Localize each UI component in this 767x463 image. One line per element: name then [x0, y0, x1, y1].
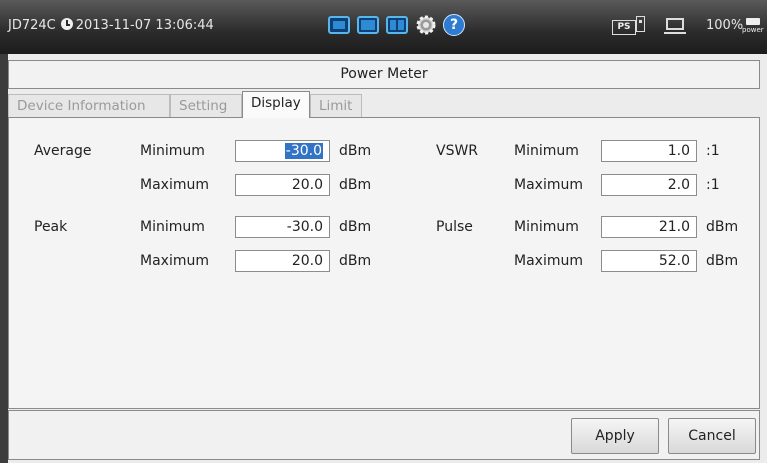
- vswr-max-label: Maximum: [514, 177, 583, 193]
- tab-setting[interactable]: Setting: [170, 94, 242, 117]
- layout-split-horizontal-icon[interactable]: [357, 16, 379, 34]
- apply-button[interactable]: Apply: [571, 418, 659, 454]
- panel-title: Power Meter: [8, 60, 760, 89]
- average-max-unit: dBm: [339, 177, 372, 193]
- vswr-max-value: 2.0: [667, 177, 690, 193]
- pulse-min-value: 21.0: [658, 219, 690, 235]
- vswr-min-unit: :1: [706, 143, 720, 159]
- layout-split-vertical-icon[interactable]: [386, 16, 408, 34]
- vswr-min-input[interactable]: 1.0: [601, 140, 697, 162]
- peak-max-value: 20.0: [291, 253, 323, 269]
- peak-label: Peak: [34, 219, 68, 235]
- ps-icon: PS: [612, 20, 636, 35]
- layout-single-icon[interactable]: [328, 16, 350, 34]
- vswr-max-unit: :1: [706, 177, 720, 193]
- pulse-min-label: Minimum: [514, 219, 579, 235]
- main-frame: Power Meter Device Information Setting D…: [8, 54, 767, 463]
- peak-max-label: Maximum: [140, 253, 209, 269]
- peak-max-unit: dBm: [339, 253, 372, 269]
- gear-icon[interactable]: [415, 14, 437, 36]
- pulse-min-input[interactable]: 21.0: [601, 216, 697, 238]
- vswr-min-label: Minimum: [514, 143, 579, 159]
- average-min-unit: dBm: [339, 143, 372, 159]
- pulse-max-value: 52.0: [658, 253, 690, 269]
- usb-icon: [636, 16, 645, 32]
- status-bar: JD724C 2013-11-07 13:06:44 ? PS 100% powe…: [0, 0, 767, 54]
- display-settings-panel: Average Minimum -30.0 dBm Maximum 20.0 d…: [8, 117, 760, 409]
- clock-icon: [60, 18, 73, 30]
- average-max-input[interactable]: 20.0: [235, 174, 330, 196]
- monitor-icon: [664, 18, 686, 34]
- peak-min-value: -30.0: [286, 219, 323, 235]
- power-plug-icon: power: [742, 16, 764, 38]
- pulse-label: Pulse: [436, 219, 473, 235]
- power-label: power: [742, 26, 764, 34]
- vswr-max-input[interactable]: 2.0: [601, 174, 697, 196]
- battery-level: 100%: [706, 18, 744, 33]
- pulse-max-label: Maximum: [514, 253, 583, 269]
- vswr-min-value: 1.0: [667, 143, 690, 159]
- average-min-label: Minimum: [140, 143, 205, 159]
- help-icon[interactable]: ?: [443, 14, 465, 36]
- average-max-value: 20.0: [291, 177, 323, 193]
- model-name: JD724C: [8, 18, 56, 33]
- button-bar: Apply Cancel: [8, 410, 760, 460]
- peak-min-input[interactable]: -30.0: [235, 216, 330, 238]
- average-label: Average: [34, 143, 92, 159]
- pulse-max-input[interactable]: 52.0: [601, 250, 697, 272]
- tab-limit[interactable]: Limit: [310, 94, 362, 117]
- pulse-min-unit: dBm: [706, 219, 739, 235]
- tab-display[interactable]: Display: [242, 91, 310, 118]
- datetime: 2013-11-07 13:06:44: [75, 18, 214, 33]
- tab-device-information[interactable]: Device Information: [8, 94, 170, 117]
- average-min-input[interactable]: -30.0: [235, 140, 330, 162]
- average-min-value: -30.0: [284, 143, 323, 159]
- cancel-button[interactable]: Cancel: [668, 418, 756, 454]
- model-datetime: JD724C 2013-11-07 13:06:44: [8, 18, 214, 33]
- average-max-label: Maximum: [140, 177, 209, 193]
- peak-min-unit: dBm: [339, 219, 372, 235]
- vswr-label: VSWR: [436, 143, 479, 159]
- peak-min-label: Minimum: [140, 219, 205, 235]
- pulse-max-unit: dBm: [706, 253, 739, 269]
- peak-max-input[interactable]: 20.0: [235, 250, 330, 272]
